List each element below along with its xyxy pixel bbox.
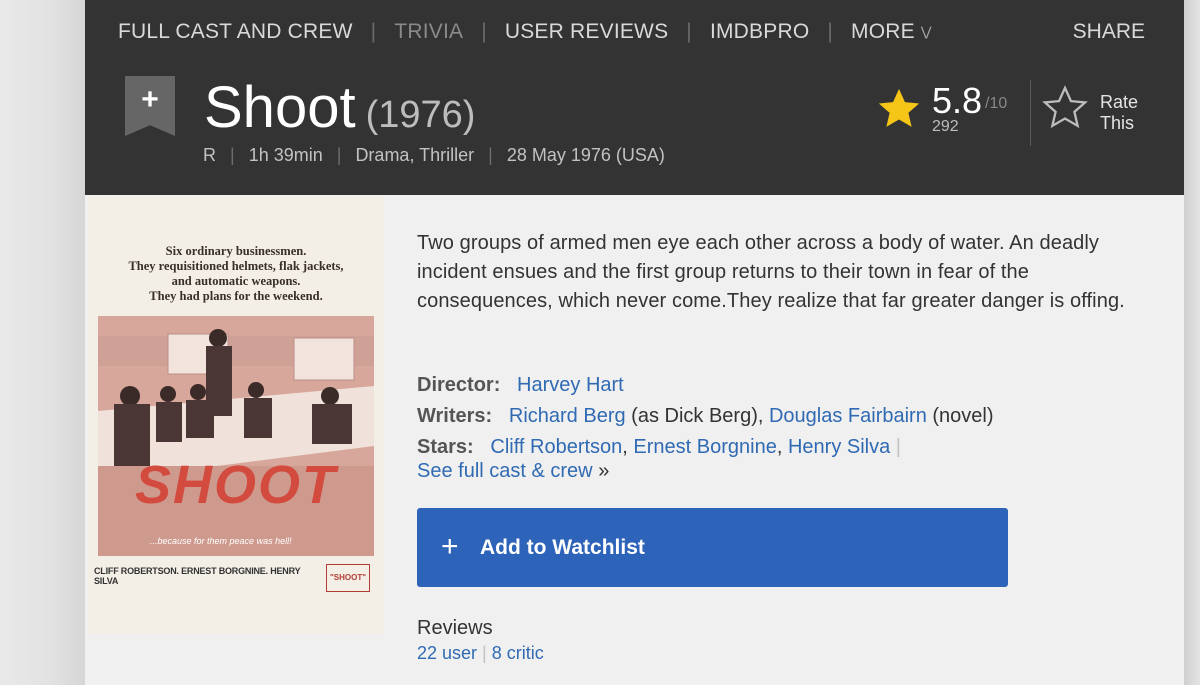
runtime: 1h 39min — [248, 145, 323, 165]
full-cast-arrow: » — [598, 460, 610, 482]
subnav-more-label: MORE — [851, 20, 915, 43]
stars-row: Stars: Cliff Robertson, Ernest Borgnine,… — [417, 436, 901, 482]
poster-tagline-1: Six ordinary businessmen. — [165, 244, 307, 258]
rating-divider — [1030, 80, 1031, 146]
poster-tagline-4: They had plans for the weekend. — [149, 289, 323, 303]
meta-separator: | — [336, 145, 342, 165]
genres-link[interactable]: Drama, Thriller — [355, 145, 474, 165]
critic-reviews-link[interactable]: 8 critic — [492, 643, 544, 663]
subnav-trivia[interactable]: TRIVIA — [394, 20, 463, 44]
title-header: FULL CAST AND CREW | TRIVIA | USER REVIEWS | I… — [85, 0, 1184, 195]
subnav-full-cast-and-crew[interactable]: FULL CAST AND CREW — [118, 20, 353, 44]
watchlist-ribbon-icon[interactable]: + — [125, 76, 175, 136]
director-row: Director: Harvey Hart — [417, 370, 1177, 401]
meta-separator: | — [488, 145, 493, 165]
poster-photo — [98, 316, 374, 556]
movie-year-link[interactable]: (1976) — [366, 94, 476, 136]
imdb-score: 5.8 — [932, 80, 983, 121]
star-link[interactable]: Cliff Robertson — [490, 436, 622, 458]
stars-label: Stars: — [417, 436, 474, 458]
rate-this-button[interactable]: Rate This — [1100, 92, 1138, 134]
movie-title-name: Shoot — [204, 75, 356, 140]
rate-label-line-1: Rate — [1100, 92, 1139, 112]
page-right-margin — [1184, 0, 1200, 685]
reviews-separator: | — [482, 643, 487, 663]
poster-tagline: Six ordinary businessmen. They requisiti… — [88, 244, 384, 304]
writer-link[interactable]: Douglas Fairbairn — [769, 405, 927, 427]
vote-count-link[interactable]: 292 — [932, 118, 959, 136]
subnav-separator: | — [481, 20, 487, 43]
subnav-separator: | — [827, 20, 834, 43]
movie-title: Shoot (1976) — [204, 74, 475, 141]
user-reviews-link[interactable]: 22 user — [417, 643, 477, 663]
director-link[interactable]: Harvey Hart — [517, 374, 624, 396]
share-button[interactable]: SHARE — [1073, 20, 1145, 44]
poster-title: SHOOT — [134, 455, 337, 515]
rating-widget: 5.8 /10 292 Rate This — [875, 80, 1138, 150]
writers-row: Writers: Richard Berg (as Dick Berg), Do… — [417, 401, 1177, 432]
page-left-margin — [0, 0, 85, 685]
imdb-score-max: /10 — [985, 95, 1008, 112]
poster-credit-logo: "SHOOT" — [326, 564, 370, 592]
plus-icon: + — [441, 530, 459, 563]
subnav-more[interactable]: MORE ⋁ — [851, 20, 932, 44]
star-icon — [878, 88, 920, 127]
add-to-watchlist-button[interactable]: + Add to Watchlist — [417, 508, 1008, 587]
plot-summary: Two groups of armed men eye each other a… — [417, 232, 1125, 312]
subnav: FULL CAST AND CREW | TRIVIA | USER REVIEWS | I… — [118, 20, 932, 46]
rate-label-line-2: This — [1100, 113, 1135, 133]
subnav-separator: | — [686, 20, 692, 43]
mpaa-rating: R — [203, 145, 216, 165]
full-cast-link[interactable]: See full cast & crew — [417, 460, 593, 482]
star-outline-icon[interactable] — [1041, 85, 1089, 131]
add-to-watchlist-label: Add to Watchlist — [480, 536, 645, 559]
credits-summary: Director: Harvey Hart Writers: Richard B… — [417, 370, 1177, 483]
writer-note: (as Dick Berg), — [625, 405, 769, 427]
subnav-imdbpro[interactable]: IMDbPro — [710, 20, 809, 44]
poster-credits: CLIFF ROBERTSON. ERNEST BORGNINE. HENRY … — [94, 566, 301, 586]
writer-note: (novel) — [926, 405, 994, 427]
poster-subtitle: ...because for them peace was hell! — [150, 536, 292, 546]
reviews-links: 22 user | 8 critic — [417, 643, 544, 664]
director-label: Director: — [417, 374, 501, 396]
movie-poster[interactable]: Six ordinary businessmen. They requisiti… — [88, 196, 384, 634]
reviews-heading: Reviews — [417, 617, 493, 639]
subnav-separator: | — [370, 20, 377, 43]
meta-separator: | — [230, 145, 235, 165]
poster-tagline-3: and automatic weapons. — [171, 274, 301, 288]
title-meta: R | 1h 39min | Drama, Thriller | 28 May 1976 (… — [203, 145, 665, 166]
chevron-down-icon: ⋁ — [920, 24, 932, 39]
stars-separator: | — [895, 436, 901, 458]
writer-link[interactable]: Richard Berg — [509, 405, 626, 427]
star-link[interactable]: Ernest Borgnine — [633, 436, 776, 458]
release-date-link[interactable]: 28 May 1976 (USA) — [507, 145, 665, 165]
star-link[interactable]: Henry Silva — [788, 436, 890, 458]
subnav-user-reviews[interactable]: USER REVIEWS — [505, 20, 668, 44]
poster-tagline-2: They requisitioned helmets, flak jackets… — [128, 259, 344, 273]
writers-label: Writers: — [417, 405, 493, 427]
